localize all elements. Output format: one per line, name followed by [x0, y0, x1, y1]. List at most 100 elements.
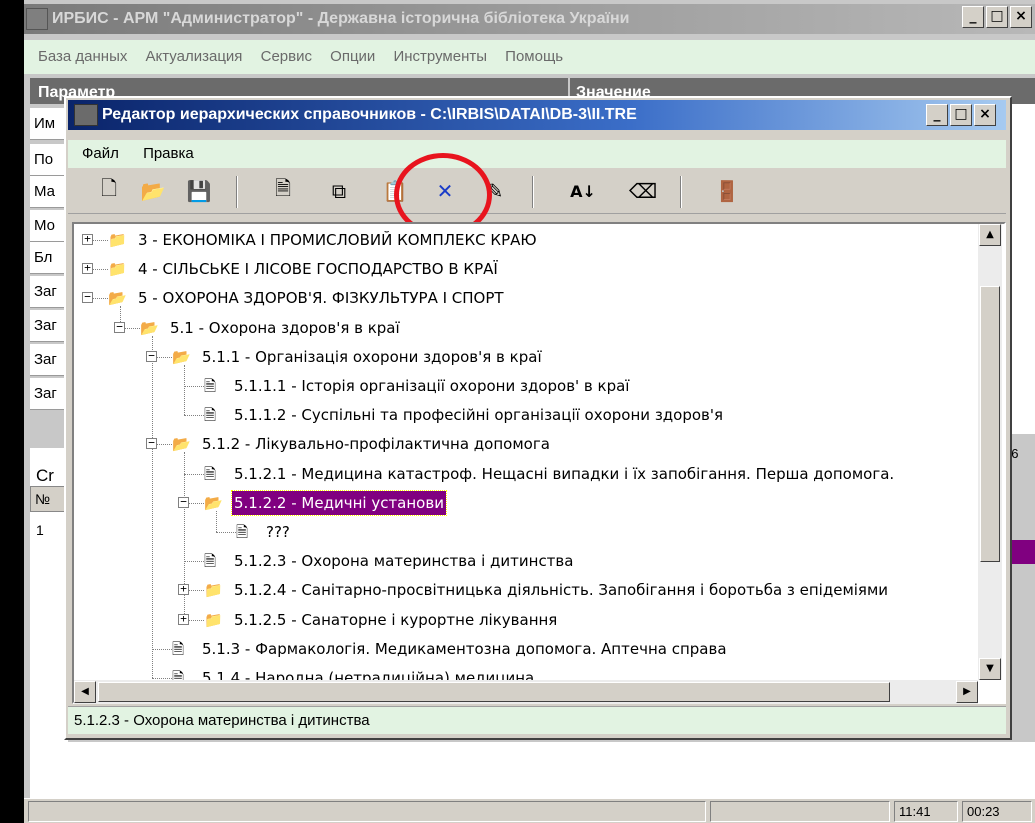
app-icon [26, 8, 48, 30]
collapse-icon[interactable]: − [146, 350, 157, 362]
duplicate-icon[interactable]: ⧉ [324, 176, 354, 206]
tree-node-label: 5.1.1.1 - Історія організації охорони зд… [234, 377, 630, 395]
editor-window-controls: _ □ × [926, 104, 996, 128]
document-icon: 🗎 [204, 552, 217, 571]
collapse-icon[interactable]: − [114, 321, 125, 333]
toolbar-separator [532, 176, 534, 208]
vertical-scroll-thumb[interactable] [980, 286, 1000, 562]
collapse-icon[interactable]: − [146, 437, 157, 450]
editor-statusbar: 5.1.2.3 - Охорона материнства і дитинств… [68, 706, 1006, 734]
document-icon: 🗎 [236, 523, 249, 541]
editor-app-icon [74, 104, 98, 126]
tree-node-label: 5.1.2.2 - Медичні установи [231, 489, 447, 516]
main-menubar: База данных Актуализация Сервис Опции Ин… [24, 40, 1035, 74]
menu-tools[interactable]: Инструменты [393, 48, 487, 65]
eraser-icon[interactable]: ⌫ [628, 176, 658, 206]
folder-icon: 📁 [204, 581, 223, 600]
document-icon: 🗎 [172, 639, 185, 658]
menu-edit[interactable]: Правка [143, 145, 194, 162]
maximize-icon[interactable]: □ [950, 104, 972, 126]
close-icon[interactable]: × [974, 104, 996, 126]
editor-toolbar: 🗋 📂 💾 🗎 ⧉ 📋 ✕ ✎ A↓ ⌫ 🚪 [68, 168, 1006, 214]
document-icon: 🗎 [172, 669, 185, 680]
toolbar-separator [680, 176, 682, 208]
scroll-left-icon[interactable]: ◀ [74, 681, 96, 703]
desktop-edge [0, 0, 24, 823]
tree-view[interactable]: + 📁 3 - ЕКОНОМІКА І ПРОМИСЛОВИЙ КОМПЛЕКС К… [74, 224, 978, 680]
menu-file[interactable]: Файл [82, 145, 119, 162]
collapse-icon[interactable]: − [82, 291, 93, 304]
menu-service[interactable]: Сервис [261, 48, 312, 65]
open-folder-icon[interactable]: 📂 [138, 176, 168, 206]
menu-help[interactable]: Помощь [505, 48, 563, 65]
collapse-icon[interactable]: − [178, 496, 189, 508]
tree-node-label: ??? [266, 523, 290, 541]
folder-icon: 📁 [204, 610, 223, 629]
status-cell-main [28, 801, 706, 822]
editor-title: Редактор иерархических справочников - C:… [68, 100, 1006, 130]
document-icon: 🗎 [204, 406, 217, 425]
expand-icon[interactable]: + [82, 262, 93, 275]
document-icon: 🗎 [204, 377, 217, 395]
folder-open-icon: 📂 [204, 493, 223, 512]
column-number[interactable]: № [30, 486, 68, 512]
save-disk-icon[interactable]: 💾 [184, 176, 214, 206]
folder-icon: 📁 [108, 260, 127, 279]
main-window-controls: _ □ × [962, 6, 1032, 30]
tree-node-label: 5.1.2.4 - Санітарно-просвітницька діяльн… [234, 581, 889, 600]
tree-connector [184, 386, 204, 387]
minimize-icon[interactable]: _ [926, 104, 948, 126]
tree-node-label: 5.1.3 - Фармакологія. Медикаментозна доп… [202, 639, 727, 658]
tree-guide-line [152, 335, 153, 678]
expand-icon[interactable]: + [178, 583, 189, 596]
records-group-label: Cr [36, 466, 54, 485]
tree-connector [184, 473, 204, 475]
menu-actualization[interactable]: Актуализация [146, 48, 243, 65]
folder-open-icon: 📂 [172, 347, 191, 366]
menu-options[interactable]: Опции [330, 48, 375, 65]
tree-node-label: 3 - ЕКОНОМІКА І ПРОМИСЛОВИЙ КОМПЛЕКС КРА… [138, 231, 537, 249]
tree-node-label: 5.1 - Охорона здоров'я в краї [170, 318, 400, 337]
tree-node-label: 4 - СІЛЬСЬКЕ І ЛІСОВЕ ГОСПОДАРСТВО В КРА… [138, 260, 498, 279]
main-statusbar: 11:41 00:23 [24, 798, 1035, 823]
scroll-up-icon[interactable]: ▲ [979, 224, 1001, 246]
status-elapsed: 00:23 [962, 801, 1032, 822]
tree-connector [184, 415, 204, 417]
document-icon: 🗎 [204, 464, 217, 483]
maximize-icon[interactable]: □ [986, 6, 1008, 28]
tree-connector [216, 532, 236, 533]
tree-node-label: 5.1.2 - Лікувально-профілактична допомог… [202, 435, 550, 454]
folder-icon: 📁 [108, 231, 127, 249]
menu-database[interactable]: База данных [38, 48, 127, 65]
tree-node-label: 5.1.2.3 - Охорона материнства і дитинств… [234, 552, 574, 571]
minimize-icon[interactable]: _ [962, 6, 984, 28]
tree-guide-line [184, 364, 185, 416]
editor-menubar: Файл Правка [68, 140, 1006, 168]
close-icon[interactable]: × [1010, 6, 1032, 28]
scroll-right-icon[interactable]: ▶ [956, 681, 978, 703]
tree-node-label: 5 - ОХОРОНА ЗДОРОВ'Я. ФІЗКУЛЬТУРА І СПОР… [138, 289, 504, 308]
tree-connector [184, 561, 204, 563]
main-window-title: ИРБИС - АРМ "Администратор" - Державна і… [24, 4, 1035, 34]
status-cell-mid [710, 801, 890, 822]
tree-connector [152, 678, 172, 679]
folder-open-icon: 📂 [172, 435, 191, 454]
tree-node-label: 5.1.2.5 - Санаторне і курортне лікування [234, 610, 558, 629]
horizontal-scroll-thumb[interactable] [98, 682, 890, 702]
expand-icon[interactable]: + [178, 613, 189, 625]
scroll-down-icon[interactable]: ▼ [979, 658, 1001, 680]
expand-icon[interactable]: + [82, 233, 93, 245]
record-row-number[interactable]: 1 [36, 522, 44, 538]
toolbar-separator [236, 176, 238, 208]
tree-node-label: 5.1.4 - Народна (нетрадиційна) медицина [202, 669, 535, 680]
status-time: 11:41 [894, 801, 958, 822]
tree-connector [152, 648, 172, 650]
new-document-icon[interactable]: 🗋 [94, 176, 124, 206]
records-area [68, 742, 1035, 798]
copy-icon[interactable]: 🗎 [268, 176, 298, 206]
tree-node-label: 5.1.2.1 - Медицина катастроф. Нещасні ви… [234, 464, 895, 483]
sort-az-icon[interactable]: A↓ [568, 176, 598, 206]
exit-door-icon[interactable]: 🚪 [712, 176, 742, 206]
folder-open-icon: 📂 [108, 289, 127, 308]
folder-open-icon: 📂 [140, 318, 159, 337]
